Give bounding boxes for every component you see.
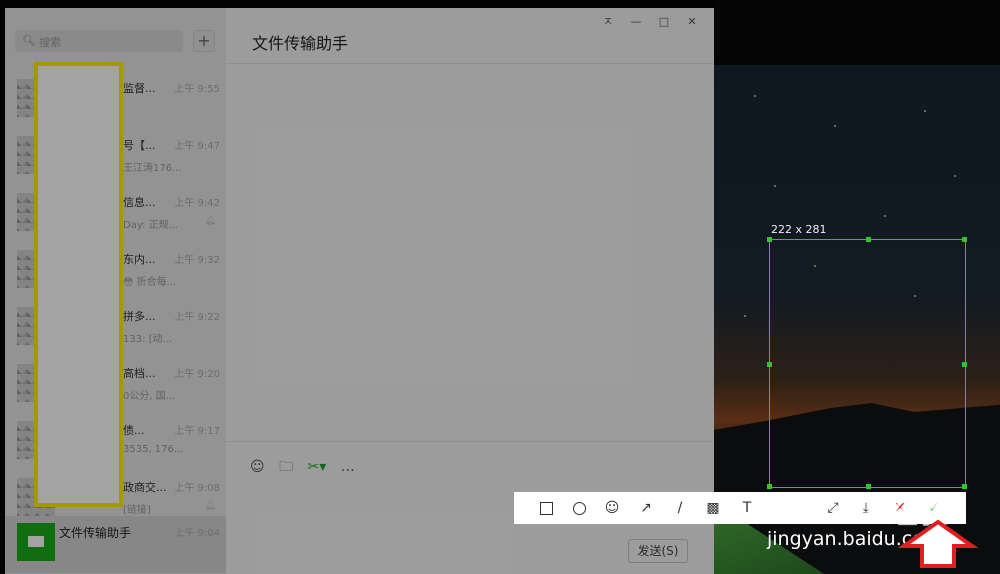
red-pointer-arrow-icon (898, 520, 978, 568)
resize-handle[interactable] (767, 237, 772, 242)
resize-handle[interactable] (767, 484, 772, 489)
capture-selection-box[interactable] (767, 237, 967, 489)
resize-handle[interactable] (962, 484, 967, 489)
resize-handle[interactable] (962, 237, 967, 242)
emoji-tool-icon[interactable]: ☺ (602, 498, 622, 518)
ellipse-tool-icon[interactable] (569, 498, 589, 518)
resize-handle[interactable] (767, 362, 772, 367)
rectangle-tool-icon[interactable] (536, 498, 556, 518)
mosaic-tool-icon[interactable]: ▩ (703, 498, 723, 518)
arrow-tool-icon[interactable]: ↗ (636, 498, 656, 518)
selection-size-label: 222 x 281 (771, 223, 827, 236)
pen-tool-icon[interactable]: / (670, 498, 690, 518)
capture-dim-overlay (0, 0, 714, 574)
text-tool-icon[interactable]: T (737, 498, 757, 518)
resize-handle[interactable] (962, 362, 967, 367)
resize-handle[interactable] (866, 237, 871, 242)
